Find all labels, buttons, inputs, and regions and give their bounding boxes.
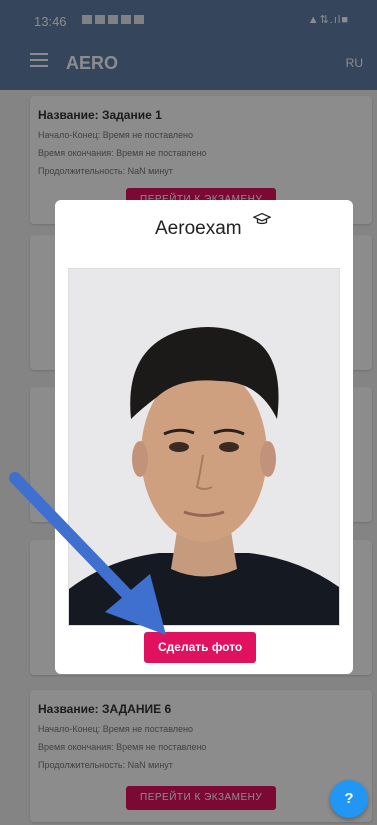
- pointer-arrow-icon: [9, 472, 166, 635]
- help-button[interactable]: ?: [330, 780, 368, 818]
- help-icon: ?: [344, 790, 354, 807]
- phone-screen: 13:46 ▲⇅.ıl■ AERO RU Название: Задание 1…: [0, 0, 377, 825]
